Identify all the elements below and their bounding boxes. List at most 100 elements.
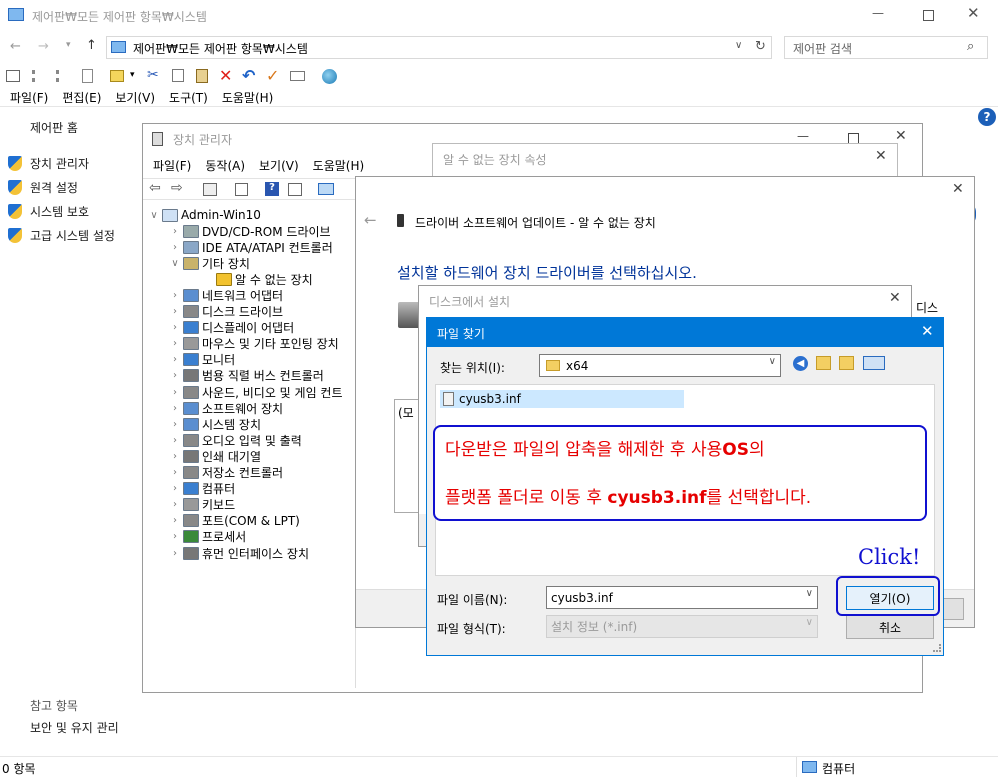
globe-icon[interactable] xyxy=(322,69,337,84)
dm-monitor-icon[interactable] xyxy=(318,183,334,195)
expand-icon[interactable]: › xyxy=(169,387,181,398)
menu-help[interactable]: 도움말(H) xyxy=(222,89,274,105)
menu-view[interactable]: 보기(V) xyxy=(115,89,155,105)
recent-dropdown-icon[interactable]: ▾ xyxy=(66,40,71,50)
dropdown-small-icon[interactable]: ▾ xyxy=(130,70,135,80)
expand-icon[interactable]: › xyxy=(169,451,181,462)
expand-icon[interactable]: › xyxy=(169,499,181,510)
tree-item[interactable]: › 소프트웨어 장치 xyxy=(169,400,283,416)
dm-close-button[interactable]: ✕ xyxy=(895,128,907,144)
dm-forward-icon[interactable]: ⇨ xyxy=(171,180,183,196)
collapse-icon[interactable]: ∨ xyxy=(169,258,181,269)
expand-icon[interactable]: › xyxy=(169,435,181,446)
expand-icon[interactable]: › xyxy=(169,354,181,365)
menu-file[interactable]: 파일(F) xyxy=(10,89,48,105)
expand-icon[interactable]: › xyxy=(169,548,181,559)
minimize-button[interactable]: — xyxy=(872,6,884,20)
tree-item[interactable]: › 시스템 장치 xyxy=(169,416,261,432)
expand-icon[interactable]: › xyxy=(169,419,181,430)
file-dialog-close-button[interactable]: ✕ xyxy=(921,322,934,340)
dm-menu-view[interactable]: 보기(V) xyxy=(259,157,299,174)
tree-item[interactable]: › 포트(COM & LPT) xyxy=(169,513,300,529)
tree-item[interactable]: › 마우스 및 기타 포인팅 장치 xyxy=(169,336,339,352)
list-view-icon[interactable] xyxy=(32,70,46,82)
dm-grid-icon[interactable] xyxy=(288,183,302,196)
wizard-close-button[interactable]: ✕ xyxy=(952,181,964,197)
dm-menu-help[interactable]: 도움말(H) xyxy=(313,157,365,174)
up-arrow-icon[interactable]: ↑ xyxy=(86,38,97,53)
expand-icon[interactable]: › xyxy=(169,467,181,478)
file-item-selected[interactable]: cyusb3.inf xyxy=(440,390,684,408)
cancel-button[interactable]: 취소 xyxy=(846,615,934,639)
page-icon[interactable] xyxy=(82,69,93,83)
collapse-icon[interactable]: ∨ xyxy=(148,210,160,221)
expand-icon[interactable]: › xyxy=(169,242,181,253)
forward-arrow-icon[interactable]: → xyxy=(38,39,49,54)
details-view-icon[interactable] xyxy=(56,70,70,82)
expand-icon[interactable]: › xyxy=(169,515,181,526)
dm-back-icon[interactable]: ⇦ xyxy=(149,180,161,196)
filetype-select[interactable]: 설치 정보 (*.inf) ∨ xyxy=(546,615,818,638)
search-icon[interactable]: ⌕ xyxy=(967,39,974,54)
expand-icon[interactable]: › xyxy=(169,531,181,542)
address-dropdown-icon[interactable]: ∨ xyxy=(735,40,742,51)
tree-item[interactable]: ∨ 기타 장치 xyxy=(169,255,250,271)
tree-item[interactable]: › 모니터 xyxy=(169,352,235,368)
resize-grip-icon[interactable] xyxy=(933,644,941,652)
expand-icon[interactable]: › xyxy=(169,338,181,349)
expand-icon[interactable]: › xyxy=(169,483,181,494)
tree-item[interactable]: › 디스플레이 어댑터 xyxy=(169,320,294,336)
tree-item[interactable]: › 저장소 컨트롤러 xyxy=(169,465,283,481)
help-icon[interactable]: ? xyxy=(978,108,996,126)
menu-edit[interactable]: 편집(E) xyxy=(62,89,101,105)
expand-icon[interactable]: › xyxy=(169,226,181,237)
props-close-button[interactable]: ✕ xyxy=(875,148,887,164)
search-box[interactable]: 제어판 검색 ⌕ xyxy=(784,36,988,59)
expand-icon[interactable]: › xyxy=(169,306,181,317)
tree-root[interactable]: ∨ Admin-Win10 xyxy=(148,207,261,223)
filename-input[interactable]: cyusb3.inf ∨ xyxy=(546,586,818,609)
dm-list-icon[interactable] xyxy=(235,183,248,196)
dm-menu-file[interactable]: 파일(F) xyxy=(153,157,191,174)
undo-icon[interactable]: ↶ xyxy=(242,66,255,85)
check-icon[interactable]: ✓ xyxy=(266,66,279,85)
new-folder-icon[interactable] xyxy=(839,356,854,370)
wizard-back-arrow-icon[interactable]: ← xyxy=(364,211,377,229)
address-bar[interactable]: 제어판₩모든 제어판 항목₩시스템 ∨ ↻ xyxy=(106,36,772,59)
tree-item[interactable]: › 키보드 xyxy=(169,497,235,513)
look-in-combo[interactable]: x64 ∨ xyxy=(539,354,781,377)
expand-icon[interactable]: › xyxy=(169,322,181,333)
sidebar-item-device-manager[interactable]: 장치 관리자 xyxy=(8,155,89,172)
tree-item[interactable]: › 네트워크 어댑터 xyxy=(169,287,283,303)
tree-item[interactable]: › 오디오 입력 및 출력 xyxy=(169,432,302,448)
tree-item[interactable]: › 디스크 드라이브 xyxy=(169,304,283,320)
cut-icon[interactable]: ✂ xyxy=(147,67,159,83)
dm-help-icon[interactable]: ? xyxy=(265,182,279,196)
maximize-button[interactable] xyxy=(923,10,934,21)
expand-icon[interactable]: › xyxy=(169,290,181,301)
security-link[interactable]: 보안 및 유지 관리 xyxy=(30,719,119,736)
refresh-icon[interactable]: ↻ xyxy=(755,39,766,54)
install-disk-close-button[interactable]: ✕ xyxy=(889,290,901,306)
tree-item[interactable]: › DVD/CD-ROM 드라이브 xyxy=(169,223,331,239)
tree-item-unknown-device[interactable]: 알 수 없는 장치 xyxy=(202,271,313,287)
tree-item[interactable]: › 프로세서 xyxy=(169,529,246,545)
tree-item[interactable]: › 인쇄 대기열 xyxy=(169,448,261,464)
back-arrow-icon[interactable]: ← xyxy=(10,39,21,54)
paste-icon[interactable] xyxy=(196,69,208,83)
tree-item[interactable]: › 사운드, 비디오 및 게임 컨트 xyxy=(169,384,343,400)
mail-icon[interactable] xyxy=(290,71,305,81)
layout-icon[interactable] xyxy=(6,70,20,82)
up-folder-icon[interactable] xyxy=(816,356,831,370)
tree-item[interactable]: › 휴먼 인터페이스 장치 xyxy=(169,545,309,561)
expand-icon[interactable]: › xyxy=(169,370,181,381)
copy-icon[interactable] xyxy=(172,69,184,82)
dm-props-icon[interactable] xyxy=(203,183,217,196)
dm-menu-action[interactable]: 동작(A) xyxy=(205,157,245,174)
tree-item[interactable]: › 범용 직렬 버스 컨트롤러 xyxy=(169,368,324,384)
sidebar-home-link[interactable]: 제어판 홈 xyxy=(30,119,78,136)
tree-item[interactable]: › 컴퓨터 xyxy=(169,481,235,497)
sidebar-item-remote[interactable]: 원격 설정 xyxy=(8,179,78,196)
sidebar-item-advanced[interactable]: 고급 시스템 설정 xyxy=(8,227,115,244)
menu-tools[interactable]: 도구(T) xyxy=(169,89,208,105)
